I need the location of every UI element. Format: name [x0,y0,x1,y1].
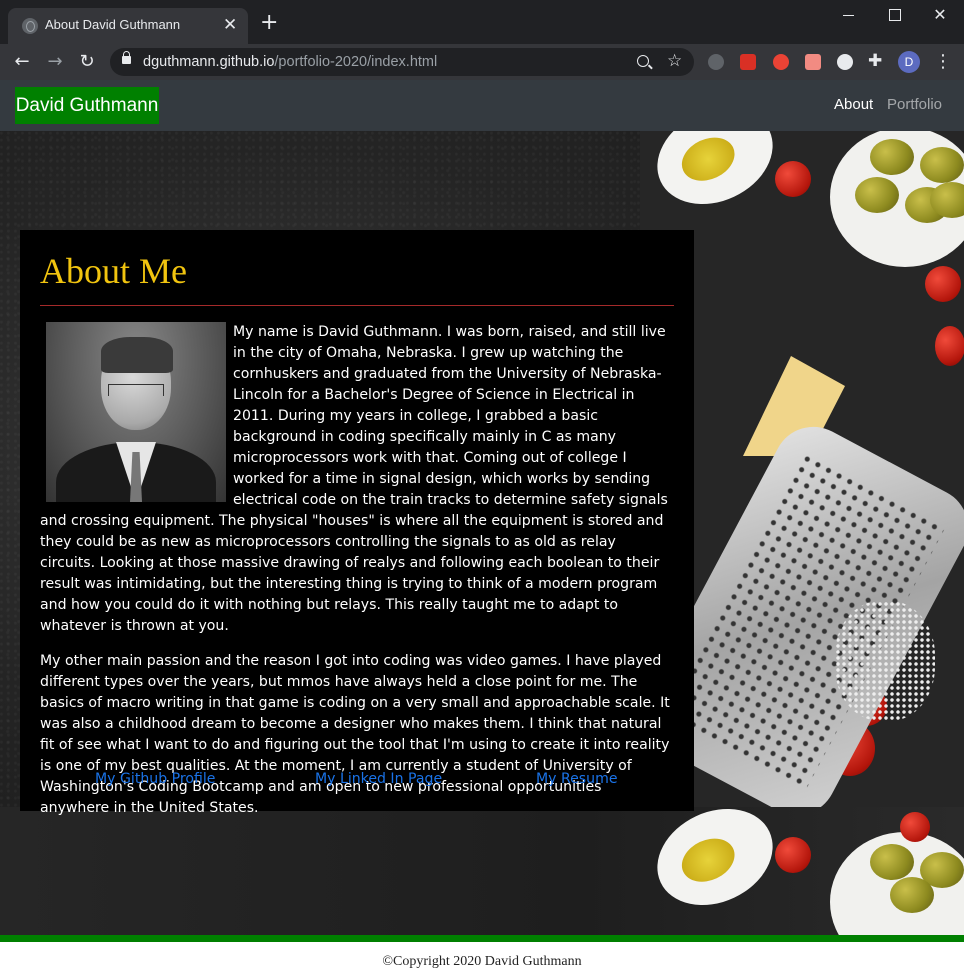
extensions-puzzle-icon[interactable]: ✚ [868,51,882,71]
profile-avatar[interactable]: D [898,51,920,73]
tomato [935,326,964,366]
about-body: My name is David Guthmann. I was born, r… [40,322,674,833]
tomato [775,837,811,873]
url-path: /portfolio-2020/index.html [274,54,438,70]
brand-logo[interactable]: David Guthmann [15,87,159,124]
tomato [900,812,930,842]
tomato [775,161,811,197]
extension-icon[interactable] [773,54,789,70]
forward-arrow-icon[interactable]: → [43,50,67,74]
about-paragraph-2: My other main passion and the reason I g… [40,653,670,816]
minimize-button[interactable] [826,4,872,26]
browser-toolbar: ← → ↻ dguthmann.github.io/portfolio-2020… [0,44,964,80]
url-text[interactable]: dguthmann.github.io/portfolio-2020/index… [143,54,437,70]
github-profile-link[interactable]: My Github Profile [95,771,215,787]
browser-tab[interactable]: About David Guthmann ✕ [8,8,248,44]
resume-link[interactable]: My Resume [536,771,618,787]
browser-tabstrip: About David Guthmann ✕ + ✕ [0,0,964,44]
olive [870,139,914,175]
olive [920,147,964,183]
olive-bowl [830,832,964,935]
title-divider [40,305,674,306]
linkedin-page-link[interactable]: My Linked In Page [315,771,442,787]
url-host: dguthmann.github.io [143,54,275,70]
page-title: About Me [40,251,187,291]
olive [890,877,934,913]
footer: ©Copyright 2020 David Guthmann [0,942,964,980]
tab-title: About David Guthmann [45,17,181,32]
footer-copyright: ©Copyright 2020 David Guthmann [382,954,582,969]
zoom-icon[interactable] [637,55,649,67]
extension-icon[interactable] [837,54,853,70]
hero-background: About Me My name is David Guthmann. I wa… [0,131,964,935]
extension-icon[interactable] [740,54,756,70]
tomato [925,266,961,302]
about-card: About Me My name is David Guthmann. I wa… [20,230,694,816]
footer-accent-bar [0,935,964,942]
extension-icon[interactable] [708,54,724,70]
lock-icon[interactable] [122,51,131,64]
window-close-button[interactable]: ✕ [917,4,963,26]
profile-photo [46,322,226,502]
menu-dots-icon[interactable]: ⋮ [934,50,952,74]
address-bar[interactable]: dguthmann.github.io/portfolio-2020/index… [110,48,694,76]
globe-icon [22,18,38,34]
bookmark-star-icon[interactable]: ☆ [667,51,682,71]
maximize-button[interactable] [871,4,917,26]
olive [870,844,914,880]
grated-cheese [835,601,935,721]
new-tab-button[interactable]: + [260,12,278,34]
extension-icon[interactable] [805,54,821,70]
tab-close-icon[interactable]: ✕ [223,15,237,35]
reload-icon[interactable]: ↻ [75,50,99,74]
nav-link-about[interactable]: About [834,96,873,113]
nav-link-portfolio[interactable]: Portfolio [887,96,942,113]
back-arrow-icon[interactable]: ← [10,50,34,74]
profile-links: My Github Profile My Linked In Page My R… [20,771,694,793]
site-navbar: David Guthmann About Portfolio [0,80,964,131]
olive [855,177,899,213]
page: David Guthmann About Portfolio About Me … [0,80,964,980]
